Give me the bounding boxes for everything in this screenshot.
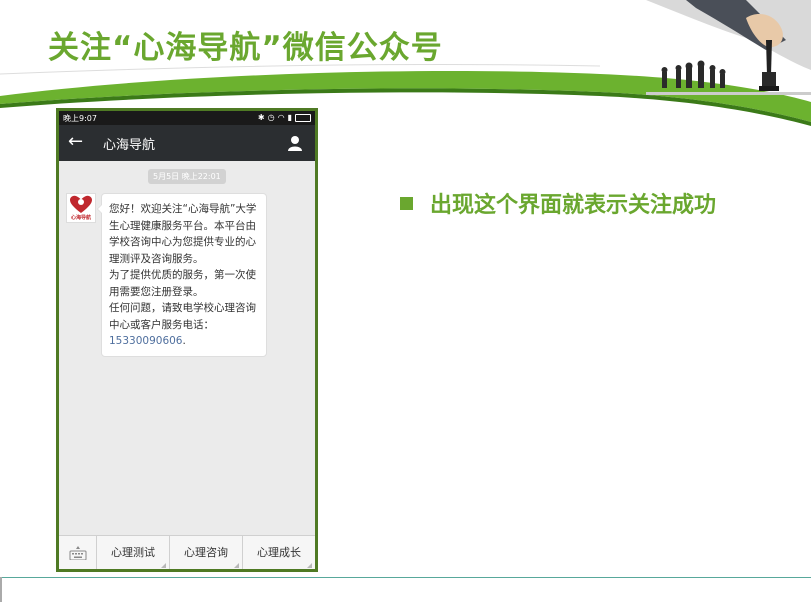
account-avatar[interactable]: 心海导航 [66,193,96,223]
avatar-label: 心海导航 [70,215,91,221]
message-period: . [182,335,186,347]
submenu-corner-icon [234,563,239,568]
message-timestamp: 5月5日 晚上22:01 [148,169,226,184]
bullet-text: 出现这个界面就表示关注成功 [430,193,717,218]
bottom-divider-line [0,577,811,578]
bottom-menu-bar: 心理测试 心理咨询 心理成长 [59,535,315,569]
menu-label: 心理成长 [257,546,301,559]
phone-screenshot: 晚上9:07 ✱ ◷ ◠ ▮ ← 心海导航 5月5日 晚上22:01 心海导航 … [56,108,318,572]
bluetooth-icon: ✱ [257,113,265,122]
menu-psych-test[interactable]: 心理测试 [97,536,170,569]
left-edge-line [0,577,2,602]
keyboard-toggle-button[interactable] [59,536,97,569]
person-icon[interactable] [287,135,303,151]
message-line: 任何问题，请致电学校心理咨询中心或客户服务电话： [109,302,256,331]
submenu-corner-icon [161,563,166,568]
chat-header: ← 心海导航 [59,125,315,161]
message-line: 您好！欢迎关注“心海导航”大学生心理健康服务平台。本平台由学校咨询中心为您提供专… [109,203,257,265]
status-icons: ✱ ◷ ◠ ▮ [258,112,311,124]
alarm-icon: ◷ [267,113,275,122]
bullet-square-icon [400,197,413,210]
status-bar: 晚上9:07 ✱ ◷ ◠ ▮ [59,111,315,125]
menu-psych-consult[interactable]: 心理咨询 [170,536,243,569]
chess-hand-illustration [646,0,811,95]
signal-icon: ▮ [287,113,292,122]
wifi-icon: ◠ [277,113,285,122]
message-line: 为了提供优质的服务，第一次使用需要您注册登录。 [109,269,256,298]
welcome-message: 您好！欢迎关注“心海导航”大学生心理健康服务平台。本平台由学校咨询中心为您提供专… [97,193,267,357]
back-arrow-icon[interactable]: ← [68,131,83,152]
status-time: 晚上9:07 [63,114,97,123]
battery-icon [295,114,311,122]
phone-number-link[interactable]: 15330090606 [109,335,183,347]
keyboard-icon [69,546,87,560]
submenu-corner-icon [307,563,312,568]
chat-title: 心海导航 [103,138,156,153]
menu-psych-growth[interactable]: 心理成长 [243,536,315,569]
menu-label: 心理咨询 [184,546,228,559]
menu-label: 心理测试 [111,546,155,559]
heart-logo-icon [70,195,92,213]
